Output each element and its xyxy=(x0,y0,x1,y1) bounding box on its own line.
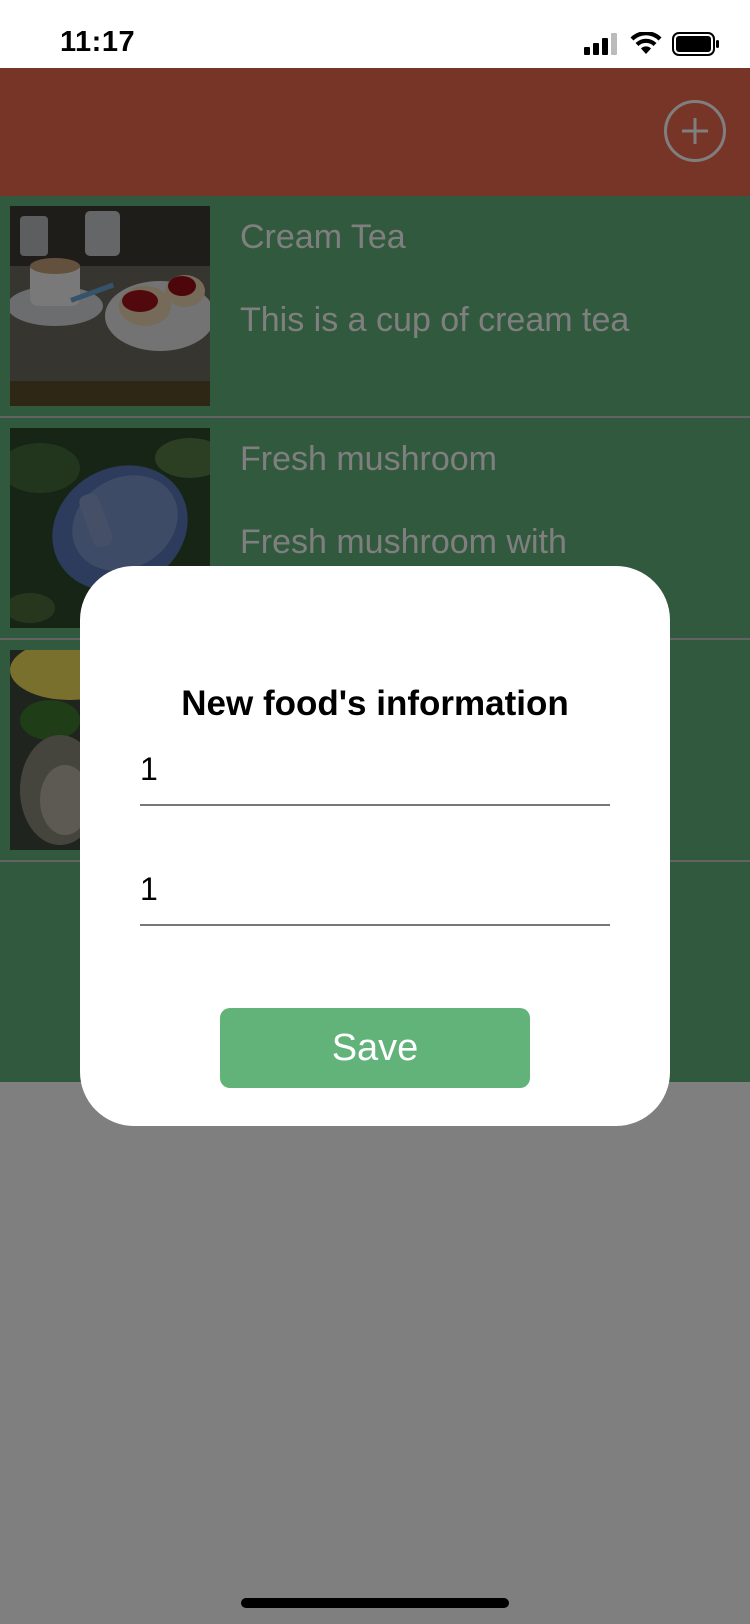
battery-icon xyxy=(672,32,719,56)
dialog-title: New food's information xyxy=(181,684,569,723)
food-description-field[interactable] xyxy=(140,854,610,926)
food-name-field[interactable] xyxy=(140,734,610,806)
signal-icon xyxy=(584,33,617,55)
wifi-icon xyxy=(630,32,662,54)
status-icons xyxy=(584,32,720,56)
status-time: 11:17 xyxy=(60,26,136,58)
home-indicator[interactable] xyxy=(241,1598,509,1608)
save-button[interactable]: Save xyxy=(220,1008,530,1088)
status-bar: 11:17 xyxy=(0,0,750,68)
new-food-dialog: New food's information Save xyxy=(80,566,670,1126)
